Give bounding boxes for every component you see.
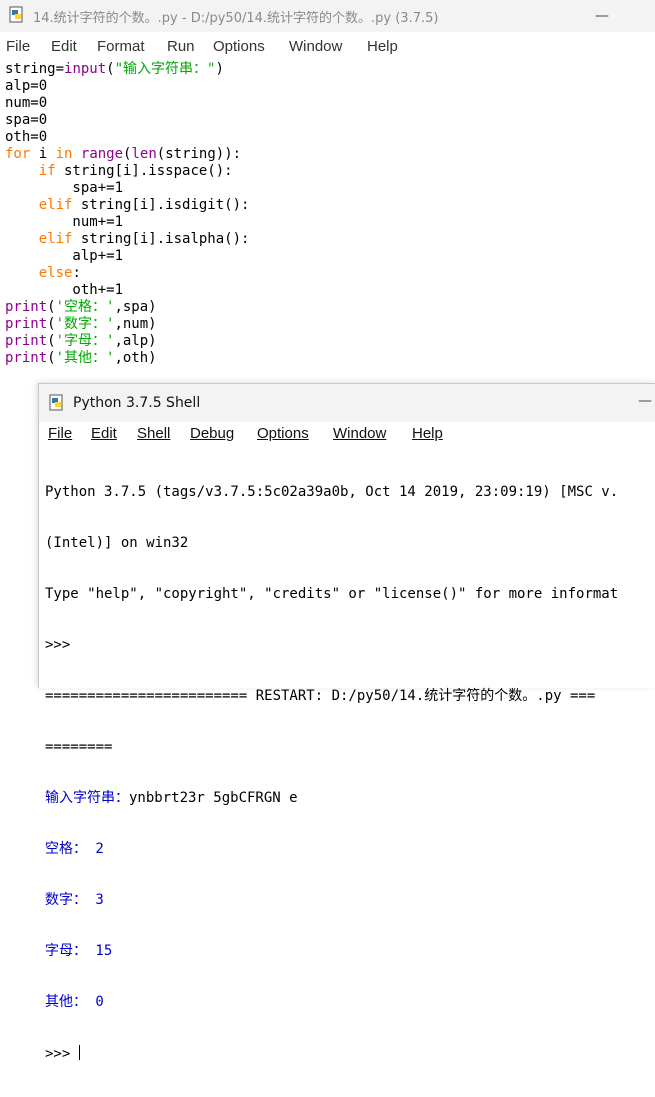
editor-titlebar[interactable]: 14.统计字符的个数。.py - D:/py50/14.统计字符的个数。.py … — [0, 0, 655, 32]
shell-line: (Intel)] on win32 — [45, 535, 189, 551]
output-line: 其他： 0 — [45, 994, 104, 1010]
menu-run[interactable]: Run — [167, 38, 195, 55]
code-line: elif string[i].isalpha(): — [38, 231, 250, 247]
shell-titlebar[interactable]: Python 3.7.5 Shell — — [39, 384, 655, 422]
menu-shell[interactable]: Shell — [137, 425, 170, 442]
editor-title: 14.统计字符的个数。.py - D:/py50/14.统计字符的个数。.py … — [33, 11, 439, 26]
editor-menubar: File Edit Format Run Options Window Help — [0, 36, 655, 58]
code-line: print('数字：',num) — [5, 316, 157, 332]
shell-window: Python 3.7.5 Shell — File Edit Shell Deb… — [38, 383, 655, 1062]
menu-help[interactable]: Help — [412, 425, 443, 442]
minimize-button[interactable]: — — [595, 8, 609, 24]
python-shell-icon — [49, 394, 63, 411]
minimize-button[interactable]: — — [638, 393, 652, 409]
code-line: spa+=1 — [5, 180, 124, 196]
shell-prompt[interactable]: >>> — [45, 1045, 618, 1063]
code-line: print('空格：',spa) — [5, 299, 157, 315]
code-line: for i in range(len(string)): — [5, 146, 242, 162]
shell-output[interactable]: Python 3.7.5 (tags/v3.7.5:5c02a39a0b, Oc… — [45, 450, 618, 1097]
menu-options[interactable]: Options — [257, 425, 309, 442]
menu-help[interactable]: Help — [367, 38, 398, 55]
restart-line: ======================== RESTART: D:/py5… — [45, 688, 596, 704]
output-line: 空格： 2 — [45, 841, 104, 857]
text-cursor — [78, 1045, 80, 1060]
menu-format[interactable]: Format — [97, 38, 145, 55]
output-line: 字母： 15 — [45, 943, 113, 959]
code-line: alp+=1 — [5, 248, 124, 264]
code-line: spa=0 — [5, 112, 48, 128]
code-line: oth=0 — [5, 129, 48, 145]
shell-title: Python 3.7.5 Shell — [73, 395, 201, 411]
menu-file[interactable]: File — [48, 425, 72, 442]
menu-edit[interactable]: Edit — [91, 425, 117, 442]
python-file-icon — [9, 6, 23, 23]
menu-edit[interactable]: Edit — [51, 38, 77, 55]
shell-menubar: File Edit Shell Debug Options Window Hel… — [39, 424, 655, 446]
menu-window[interactable]: Window — [333, 425, 386, 442]
code-line: else: — [38, 265, 81, 281]
code-line: string=input("输入字符串：") — [5, 61, 224, 77]
code-line: oth+=1 — [5, 282, 124, 298]
code-line: print('字母：',alp) — [5, 333, 157, 349]
code-line: num+=1 — [5, 214, 124, 230]
input-line: 输入字符串：ynbbrt23r 5gbCFRGN e — [45, 790, 298, 806]
code-line: elif string[i].isdigit(): — [38, 197, 250, 213]
output-line: 数字： 3 — [45, 892, 104, 908]
shell-prompt: >>> — [45, 637, 71, 653]
shell-line: Python 3.7.5 (tags/v3.7.5:5c02a39a0b, Oc… — [45, 484, 619, 500]
restart-line: ======== — [45, 739, 113, 755]
code-line: if string[i].isspace(): — [38, 163, 233, 179]
menu-window[interactable]: Window — [289, 38, 342, 55]
code-line: num=0 — [5, 95, 48, 111]
menu-debug[interactable]: Debug — [190, 425, 234, 442]
code-line: print('其他：',oth) — [5, 350, 157, 366]
menu-options[interactable]: Options — [213, 38, 265, 55]
menu-file[interactable]: File — [6, 38, 30, 55]
shell-line: Type "help", "copyright", "credits" or "… — [45, 586, 619, 602]
code-line: alp=0 — [5, 78, 48, 94]
